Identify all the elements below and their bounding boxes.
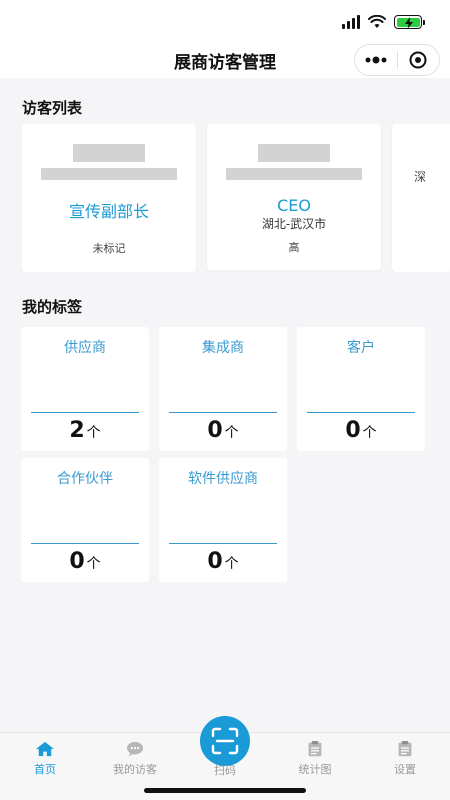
tab-label: 设置	[394, 763, 416, 776]
visitor-list[interactable]: 宣传副部长 未标记 CEO 湖北-武汉市 高 深	[22, 124, 450, 272]
tag-card-supplier[interactable]: 供应商 2 个	[21, 327, 149, 451]
tag-count-unit: 个	[224, 556, 239, 572]
tag-name: 供应商	[64, 340, 106, 356]
signal-icon	[342, 15, 360, 29]
tag-count-number: 0	[345, 418, 361, 443]
tab-label: 首页	[34, 763, 56, 776]
tag-count-number: 0	[207, 549, 223, 574]
scan-icon	[211, 727, 239, 755]
scan-label: 扫码	[214, 764, 236, 777]
name-placeholder	[73, 144, 145, 162]
home-indicator	[144, 788, 306, 793]
tag-card-partner[interactable]: 合作伙伴 0 个	[21, 458, 149, 582]
tag-count-number: 0	[207, 418, 223, 443]
battery-icon	[394, 15, 425, 29]
settings-icon	[398, 741, 412, 757]
tag-count: 0 个	[21, 549, 149, 574]
tab-statistics[interactable]: 统计图	[270, 741, 360, 777]
visitor-list-title: 访客列表	[22, 99, 83, 117]
visitor-position: CEO	[277, 196, 311, 215]
tag-count-number: 0	[69, 549, 85, 574]
close-target-icon	[409, 51, 427, 69]
visitor-card[interactable]: 宣传副部长 未标记	[22, 124, 196, 272]
tag-divider	[31, 543, 139, 544]
visitor-mark: 未标记	[92, 242, 126, 255]
tab-my-visitors[interactable]: 我的访客	[90, 741, 180, 777]
tag-count: 0 个	[159, 418, 287, 443]
visitor-mark: 高	[288, 241, 300, 254]
scan-button[interactable]	[200, 716, 250, 766]
visitor-card[interactable]: 深	[392, 124, 450, 272]
tag-card-software-supplier[interactable]: 软件供应商 0 个	[159, 458, 287, 582]
visitor-location: 湖北-武汉市	[261, 217, 327, 231]
my-tags-title: 我的标签	[22, 298, 83, 316]
tag-count-unit: 个	[86, 425, 101, 441]
visitor-card[interactable]: CEO 湖北-武汉市 高	[207, 124, 381, 270]
tag-divider	[169, 543, 277, 544]
name-placeholder	[258, 144, 330, 162]
tag-divider	[307, 412, 415, 413]
close-button[interactable]	[398, 45, 440, 75]
tag-divider	[169, 412, 277, 413]
tag-name: 软件供应商	[188, 471, 258, 487]
wifi-icon	[368, 15, 386, 28]
company-placeholder	[226, 168, 362, 180]
tag-count: 0 个	[159, 549, 287, 574]
tag-card-customer[interactable]: 客户 0 个	[297, 327, 425, 451]
tag-count-unit: 个	[86, 556, 101, 572]
more-button[interactable]	[355, 45, 397, 75]
tab-label: 我的访客	[113, 763, 157, 776]
tab-label: 统计图	[298, 763, 332, 776]
visitor-location: 深	[414, 170, 427, 184]
tab-home[interactable]: 首页	[0, 741, 90, 777]
stats-icon	[308, 741, 322, 757]
company-placeholder	[41, 168, 177, 180]
tag-name: 集成商	[202, 340, 244, 356]
tag-name: 合作伙伴	[57, 471, 113, 487]
mini-program-capsule	[354, 44, 440, 76]
tab-settings[interactable]: 设置	[360, 741, 450, 777]
nav-bar: 展商访客管理	[0, 44, 450, 78]
tag-count-unit: 个	[224, 425, 239, 441]
status-bar	[0, 0, 450, 44]
home-icon	[36, 741, 54, 757]
visitor-position: 宣传副部长	[68, 202, 149, 221]
tag-card-integrator[interactable]: 集成商 0 个	[159, 327, 287, 451]
tag-count: 2 个	[21, 418, 149, 443]
tag-count: 0 个	[297, 418, 425, 443]
tag-name: 客户	[347, 340, 375, 356]
more-icon	[365, 56, 387, 64]
tag-count-unit: 个	[362, 425, 377, 441]
tag-divider	[31, 412, 139, 413]
status-icons	[342, 12, 425, 32]
chat-icon	[127, 741, 143, 757]
tag-count-number: 2	[69, 418, 85, 443]
